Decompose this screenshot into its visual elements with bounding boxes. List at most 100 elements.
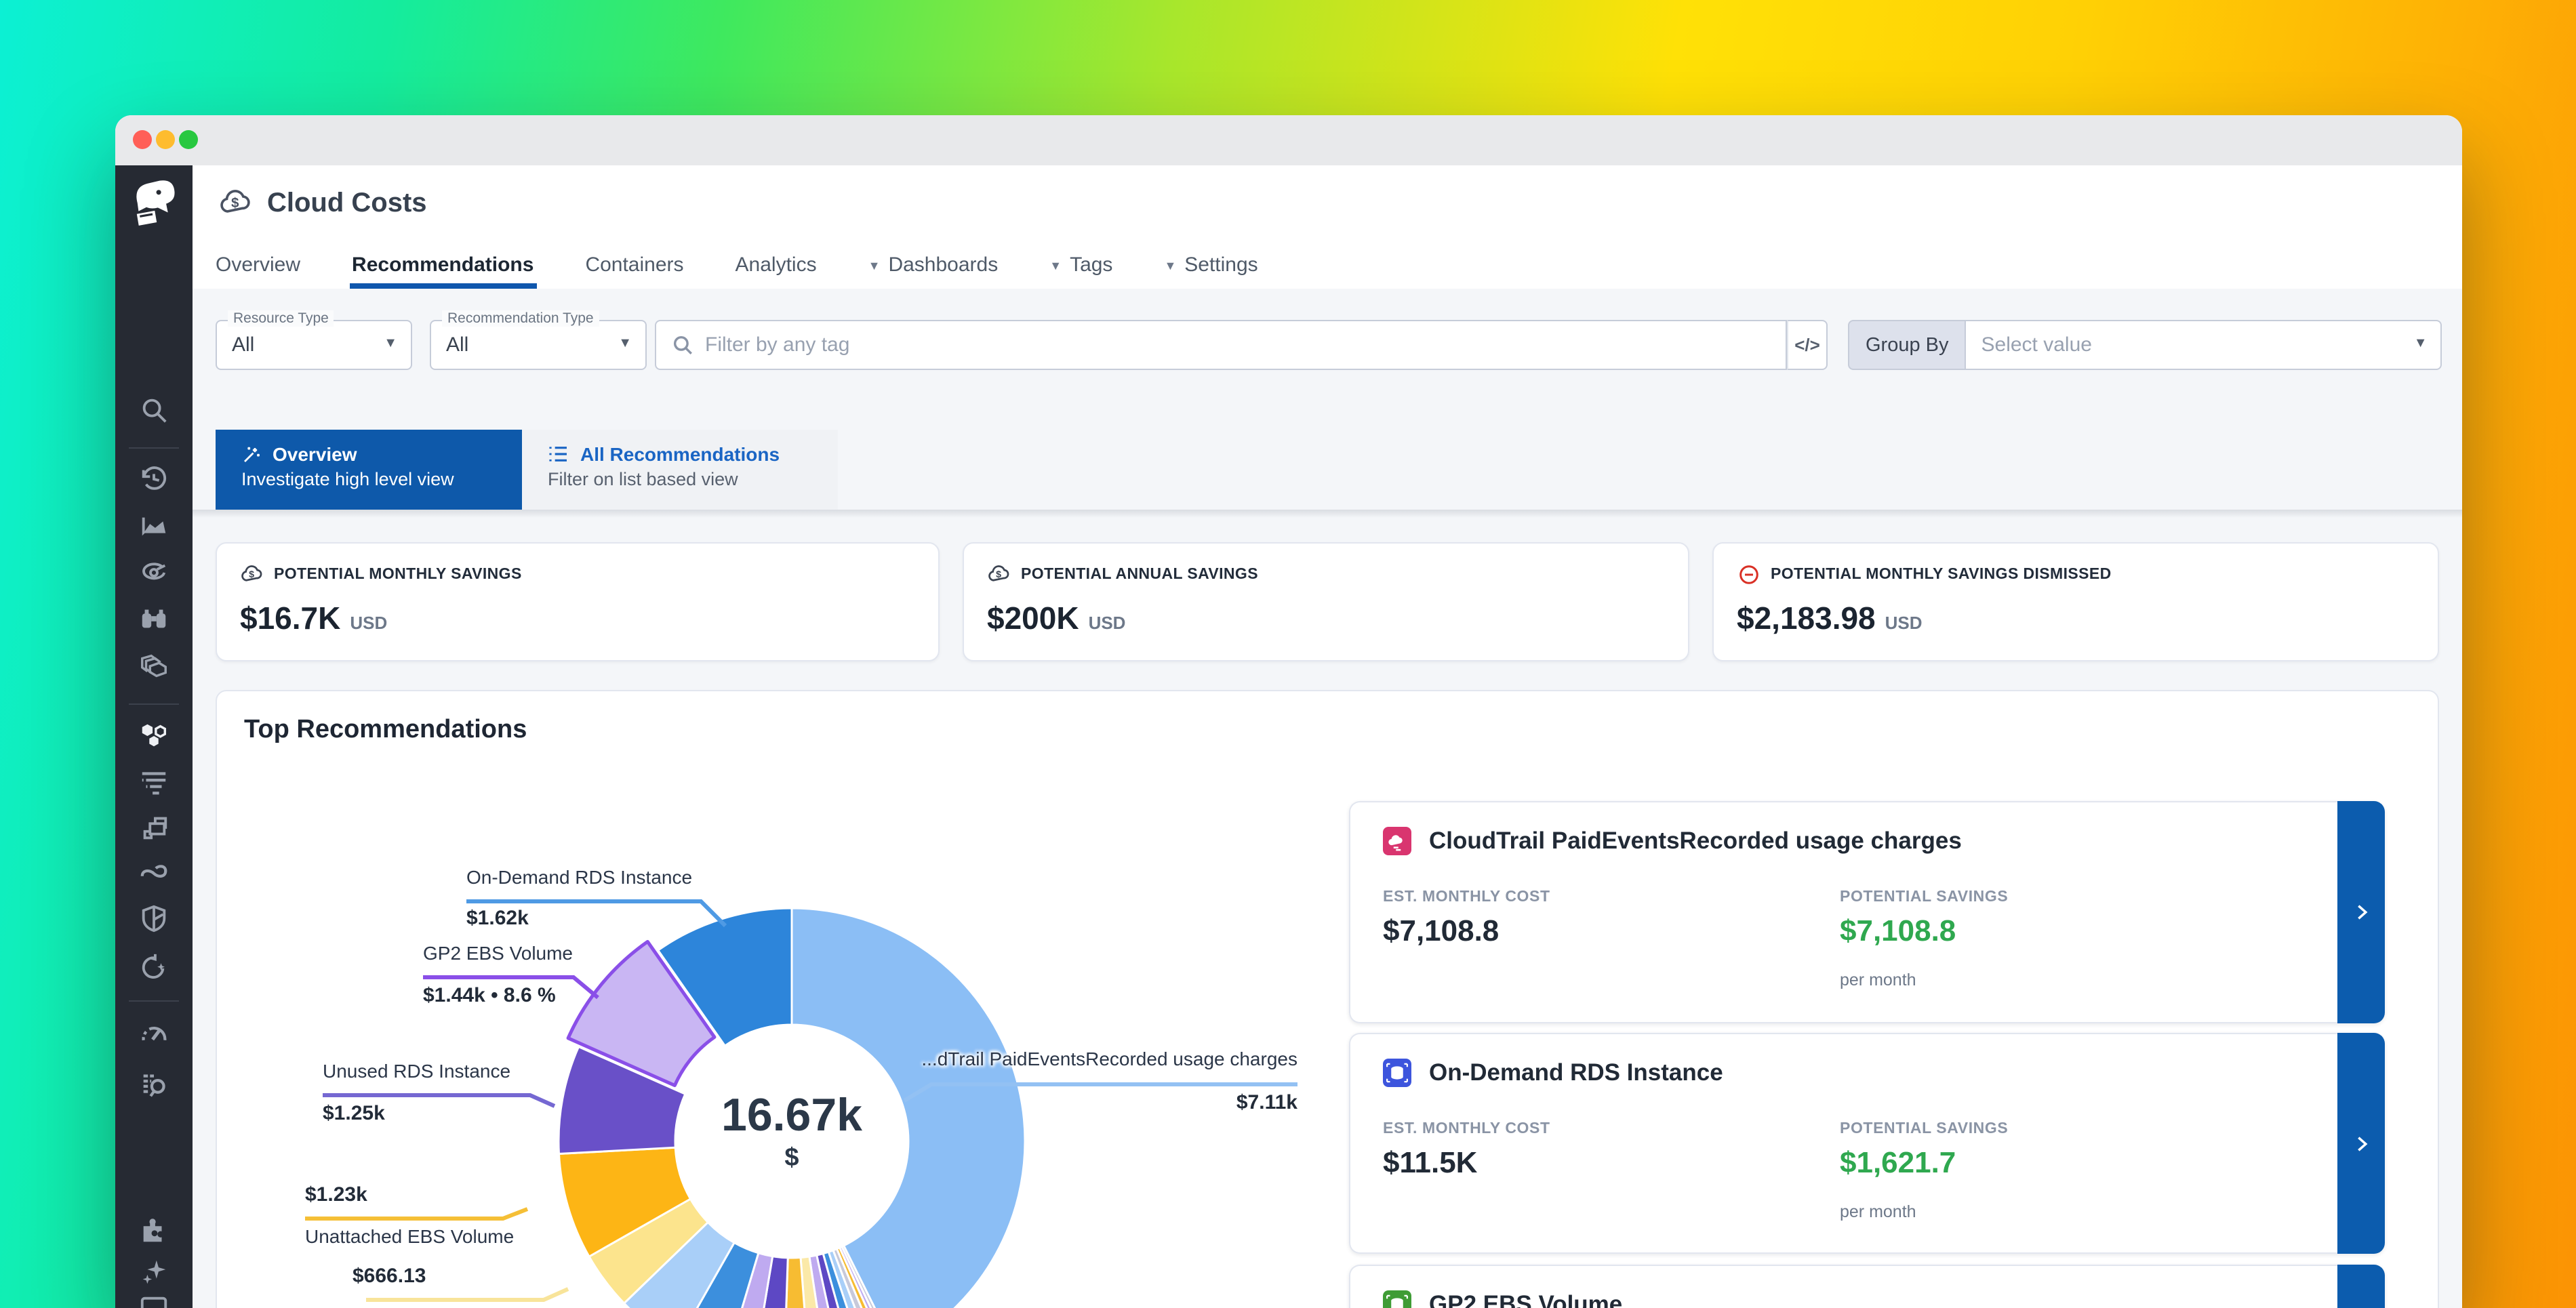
donut-center-label: 16.67k $ bbox=[656, 1090, 927, 1174]
resource-type-select[interactable]: Resource Type All ▼ bbox=[216, 320, 412, 370]
chevron-right-icon bbox=[2352, 903, 2371, 922]
callout-line-nat bbox=[366, 1289, 568, 1300]
stat-value: $200K bbox=[987, 600, 1079, 637]
view-toggle-overview[interactable]: Overview Investigate high level view bbox=[216, 430, 522, 510]
callout-line-unattached bbox=[305, 1209, 527, 1219]
cost-label: EST. MONTHLY COST bbox=[1383, 1121, 1550, 1137]
group-by-control: Group By Select value ▼ bbox=[1848, 320, 2442, 370]
panel-title: Top Recommendations bbox=[244, 716, 527, 745]
donut-total: 16.67k bbox=[656, 1090, 927, 1143]
stat-unit: USD bbox=[1885, 613, 1923, 633]
chevron-down-icon: ▼ bbox=[868, 258, 881, 272]
stat-card-annual-savings: $ POTENTIAL ANNUAL SAVINGS $200K USD bbox=[963, 542, 1689, 661]
rds-icon bbox=[1383, 1059, 1411, 1087]
stat-label: POTENTIAL MONTHLY SAVINGS bbox=[274, 567, 522, 583]
security-shield-icon[interactable] bbox=[138, 903, 169, 934]
search-icon bbox=[671, 333, 694, 356]
close-button[interactable] bbox=[133, 130, 152, 149]
cost-label: EST. MONTHLY COST bbox=[1383, 889, 1550, 905]
chevron-down-icon: ▼ bbox=[1164, 258, 1176, 272]
recommendation-type-value: All bbox=[446, 333, 468, 356]
windows-icon[interactable] bbox=[138, 812, 169, 843]
code-view-toggle-button[interactable]: </> bbox=[1787, 320, 1828, 370]
zoom-button[interactable] bbox=[179, 130, 198, 149]
sparkles-icon[interactable] bbox=[138, 1256, 169, 1288]
connections-icon[interactable] bbox=[138, 857, 169, 888]
group-by-value: Select value bbox=[1981, 333, 2092, 356]
group-by-select[interactable]: Select value ▼ bbox=[1965, 320, 2442, 370]
savings-value: $1,621.7 bbox=[1840, 1145, 1956, 1181]
stat-unit: USD bbox=[350, 613, 387, 633]
callout-unattached-label[interactable]: Unattached EBS Volume bbox=[305, 1225, 514, 1247]
savings-value: $7,108.8 bbox=[1840, 914, 1956, 949]
gauge-icon[interactable] bbox=[138, 1022, 169, 1053]
recommendation-card-cloudtrail[interactable]: CloudTrail PaidEventsRecorded usage char… bbox=[1349, 801, 2385, 1023]
desktop-background: $ Cloud Costs Overview Recommendations C… bbox=[0, 0, 2576, 1308]
tab-settings[interactable]: ▼Settings bbox=[1164, 241, 1257, 289]
callout-cloudtrail-label[interactable]: ...dTrail PaidEventsRecorded usage charg… bbox=[864, 1048, 1297, 1069]
tab-analytics[interactable]: Analytics bbox=[736, 241, 817, 289]
log-search-icon[interactable] bbox=[138, 1069, 169, 1101]
callout-gp2-value: $1.44k • 8.6 % bbox=[423, 984, 556, 1007]
layers-icon[interactable] bbox=[138, 651, 169, 682]
tab-containers[interactable]: Containers bbox=[585, 241, 683, 289]
open-recommendation-button[interactable] bbox=[2337, 801, 2385, 1023]
open-recommendation-button[interactable] bbox=[2337, 1033, 2385, 1254]
stat-card-monthly-savings: $ POTENTIAL MONTHLY SAVINGS $16.7K USD bbox=[216, 542, 940, 661]
dismissed-icon bbox=[1737, 563, 1761, 587]
chevron-down-icon: ▼ bbox=[2414, 336, 2428, 351]
svg-text:$: $ bbox=[249, 569, 254, 580]
savings-period: per month bbox=[1840, 1202, 1916, 1221]
recommendation-card-gp2[interactable]: GP2 EBS Volume bbox=[1349, 1265, 2385, 1308]
cloud-dollar-icon: $ bbox=[218, 186, 254, 221]
tab-overview[interactable]: Overview bbox=[216, 241, 300, 289]
recommendation-type-select[interactable]: Recommendation Type All ▼ bbox=[430, 320, 647, 370]
recommendation-title: CloudTrail PaidEventsRecorded usage char… bbox=[1429, 827, 1962, 855]
svg-text:$: $ bbox=[996, 569, 1001, 580]
page-header: $ Cloud Costs bbox=[193, 165, 2462, 241]
callout-cloudtrail-value: $7.11k bbox=[1135, 1091, 1297, 1114]
ebs-volume-icon bbox=[1383, 1290, 1411, 1308]
callout-unattached-value: $1.23k bbox=[305, 1183, 367, 1206]
tab-tags[interactable]: ▼Tags bbox=[1049, 241, 1112, 289]
open-recommendation-button[interactable] bbox=[2337, 1265, 2385, 1308]
chevron-right-icon bbox=[2352, 1134, 2371, 1153]
top-recommendations-panel: Top Recommendations bbox=[216, 690, 2439, 1308]
search-icon[interactable] bbox=[138, 394, 169, 426]
binoculars-icon[interactable] bbox=[138, 603, 169, 634]
datadog-logo[interactable] bbox=[127, 173, 180, 230]
callout-unused-rds-label[interactable]: Unused RDS Instance bbox=[323, 1060, 510, 1082]
integrations-puzzle-icon[interactable] bbox=[138, 1214, 169, 1246]
tag-filter-input[interactable]: Filter by any tag bbox=[655, 320, 1787, 370]
history-icon[interactable] bbox=[138, 464, 169, 495]
tag-filter-placeholder: Filter by any tag bbox=[705, 333, 849, 356]
view-toggle-all-recommendations[interactable]: All Recommendations Filter on list based… bbox=[522, 430, 838, 510]
resource-type-value: All bbox=[232, 333, 254, 356]
cost-value: $7,108.8 bbox=[1383, 914, 1499, 949]
sidebar-divider bbox=[129, 703, 179, 705]
sync-star-icon[interactable] bbox=[138, 952, 169, 983]
area-chart-icon[interactable] bbox=[138, 511, 169, 542]
minimize-button[interactable] bbox=[156, 130, 175, 149]
sidebar-divider bbox=[129, 1000, 179, 1002]
tab-dashboards[interactable]: ▼Dashboards bbox=[868, 241, 999, 289]
resources-hexagons-icon[interactable] bbox=[138, 720, 169, 751]
screen-icon[interactable] bbox=[138, 1293, 169, 1308]
callout-unused-rds-value: $1.25k bbox=[323, 1102, 385, 1125]
watchdog-icon[interactable] bbox=[138, 557, 169, 588]
sidebar bbox=[115, 165, 193, 1308]
recommendation-card-rds[interactable]: On-Demand RDS Instance EST. MONTHLY COST… bbox=[1349, 1033, 2385, 1254]
window-titlebar bbox=[115, 115, 2462, 167]
code-icon: </> bbox=[1794, 335, 1820, 355]
stat-unit: USD bbox=[1089, 613, 1126, 633]
callout-gp2-label[interactable]: GP2 EBS Volume bbox=[423, 942, 573, 964]
cloudtrail-icon bbox=[1383, 827, 1411, 855]
recommendation-title: GP2 EBS Volume bbox=[1429, 1290, 1622, 1308]
resource-type-label: Resource Type bbox=[228, 310, 334, 327]
cloud-dollar-icon: $ bbox=[240, 563, 264, 587]
filter-lines-icon[interactable] bbox=[138, 766, 169, 797]
savings-label: POTENTIAL SAVINGS bbox=[1840, 889, 2008, 905]
toggle-overview-title: Overview bbox=[273, 443, 357, 465]
callout-on-demand-label[interactable]: On-Demand RDS Instance bbox=[466, 866, 692, 888]
tab-recommendations[interactable]: Recommendations bbox=[352, 241, 534, 289]
